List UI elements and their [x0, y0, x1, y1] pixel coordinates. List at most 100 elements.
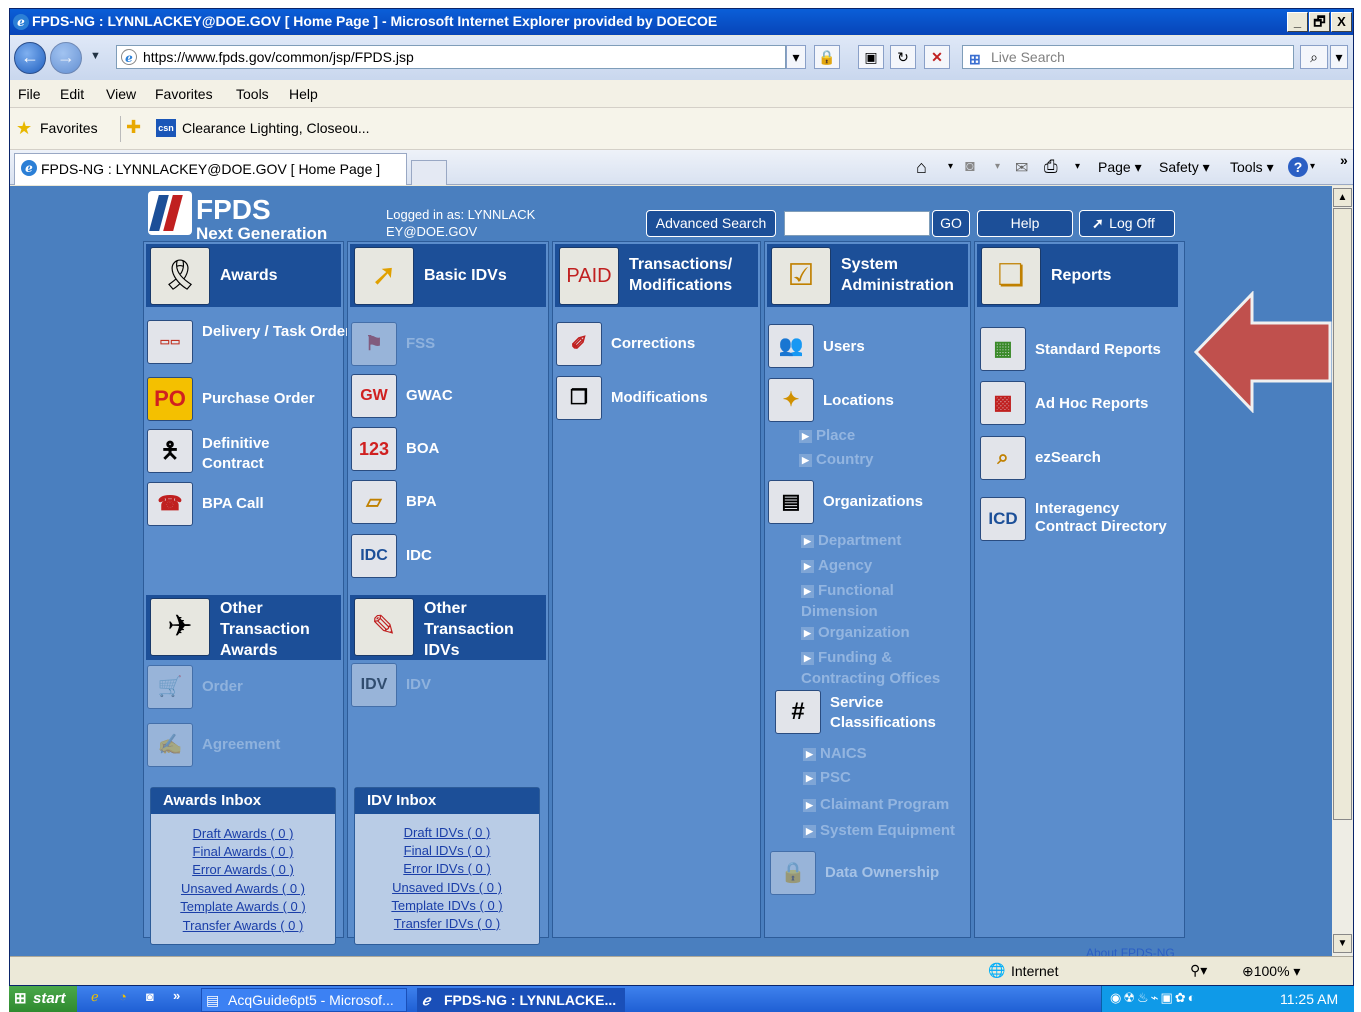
chevron-more-icon[interactable]: » [1340, 152, 1348, 168]
tray-icons[interactable]: ◉☢♨⌁▣✿◐ [1110, 990, 1198, 1006]
home-dropdown-icon[interactable]: ▾ [948, 161, 953, 172]
zoom-level[interactable]: ⊕100% ▾ [1242, 963, 1300, 980]
taskbar-fpds-window[interactable]: ℯ FPDS-NG : LYNNLACKE... [417, 988, 625, 1012]
advanced-search-button[interactable]: Advanced Search [646, 210, 776, 237]
final-idvs-link[interactable]: Final IDVs ( 0 ) [355, 843, 539, 858]
quicklaunch-explorer-icon[interactable]: ◔ [119, 989, 127, 1004]
place-link[interactable]: ▶ Place [799, 427, 855, 444]
print-dropdown-icon[interactable]: ▾ [1075, 161, 1080, 172]
country-link[interactable]: ▶ Country [799, 451, 874, 468]
mail-icon[interactable]: ✉ [1015, 158, 1028, 178]
address-dropdown-icon[interactable]: ▾ [786, 45, 806, 69]
sysadmin-header[interactable]: ☑ System Administration [767, 244, 968, 307]
agency-link[interactable]: ▶ Agency [801, 557, 872, 574]
tab-home-page[interactable]: e FPDS-NG : LYNNLACKEY@DOE.GOV [ Home Pa… [14, 153, 407, 185]
quicklaunch-outlook-icon[interactable]: ◙ [146, 989, 154, 1004]
close-button[interactable]: X [1331, 12, 1352, 32]
unsaved-awards-link[interactable]: Unsaved Awards ( 0 ) [151, 881, 335, 896]
compat-view-icon[interactable]: ▣ [858, 45, 884, 69]
safety-menu[interactable]: Safety ▾ [1159, 159, 1210, 176]
template-idvs-link[interactable]: Template IDVs ( 0 ) [355, 898, 539, 913]
lock-icon[interactable]: 🔒 [814, 45, 840, 69]
funding-arrow-icon: ▶ [801, 652, 814, 665]
reports-header[interactable]: ❏ Reports [977, 244, 1178, 307]
live-search-icon: ⊞ [969, 51, 981, 67]
taskbar-word-document[interactable]: ▤ AcqGuide6pt5 - Microsof... [201, 988, 407, 1012]
home-icon[interactable]: ⌂ [916, 157, 927, 178]
final-awards-link[interactable]: Final Awards ( 0 ) [151, 844, 335, 859]
error-idvs-link[interactable]: Error IDVs ( 0 ) [355, 861, 539, 876]
department-link[interactable]: ▶ Department [801, 532, 901, 549]
recent-pages-icon[interactable]: ▼ [90, 50, 101, 62]
menu-favorites[interactable]: Favorites [155, 86, 213, 102]
pencil-gear-icon: ✎ [354, 598, 414, 656]
feeds-dropdown-icon[interactable]: ▾ [995, 161, 1000, 172]
unsaved-idvs-link[interactable]: Unsaved IDVs ( 0 ) [355, 880, 539, 895]
log-off-button[interactable]: ➚ Log Off [1079, 210, 1175, 237]
idv-inbox: IDV Inbox Draft IDVs ( 0 ) Final IDVs ( … [354, 787, 540, 945]
system-equipment-link[interactable]: ▶ System Equipment [803, 822, 955, 839]
scroll-up-icon[interactable]: ▲ [1333, 188, 1352, 207]
quick-search-input[interactable] [784, 211, 930, 236]
telephone-icon: ☎ [147, 482, 193, 526]
help-dropdown-icon[interactable]: ▾ [1310, 161, 1315, 172]
go-button[interactable]: GO [932, 210, 970, 237]
minimize-button[interactable]: _ [1287, 12, 1308, 32]
tab-ie-icon: e [21, 160, 37, 176]
search-icon[interactable]: ⌕ [1300, 45, 1328, 69]
funding-contracting-offices-link[interactable]: ▶ Funding & Contracting Offices [801, 647, 961, 689]
menu-view[interactable]: View [106, 86, 136, 102]
help-icon[interactable]: ? [1288, 157, 1308, 177]
help-button[interactable]: Help [977, 210, 1073, 237]
menu-help[interactable]: Help [289, 86, 318, 102]
page-icon: e [121, 49, 137, 65]
transfer-awards-link[interactable]: Transfer Awards ( 0 ) [151, 918, 335, 933]
new-tab-button[interactable] [411, 160, 447, 185]
functional-dimension-link[interactable]: ▶ Functional Dimension [801, 580, 941, 622]
basic-idvs-header[interactable]: ➚ Basic IDVs [350, 244, 546, 307]
naics-link[interactable]: ▶ NAICS [803, 745, 867, 762]
menu-file[interactable]: File [18, 86, 41, 102]
awards-inbox: Awards Inbox Draft Awards ( 0 ) Final Aw… [150, 787, 336, 945]
about-fpds-link[interactable]: About FPDS-NG [1086, 946, 1175, 956]
protected-mode-icon[interactable]: ⚲▾ [1190, 962, 1207, 979]
system-tray: ◉☢♨⌁▣✿◐ 11:25 AM [1101, 986, 1354, 1012]
error-awards-link[interactable]: Error Awards ( 0 ) [151, 862, 335, 877]
start-button[interactable]: ⊞ start [9, 986, 77, 1012]
maximize-button[interactable]: 🗗 [1309, 12, 1330, 32]
draft-awards-link[interactable]: Draft Awards ( 0 ) [151, 826, 335, 841]
organization-link[interactable]: ▶ Organization [801, 624, 910, 641]
feeds-icon[interactable]: ◙ [965, 158, 975, 176]
scroll-thumb[interactable] [1333, 208, 1352, 820]
address-field[interactable]: e https://www.fpds.gov/common/jsp/FPDS.j… [116, 45, 786, 69]
reports-icon: ❏ [981, 247, 1041, 305]
add-favorite-icon[interactable]: ✚ [126, 117, 141, 138]
transactions-header[interactable]: PAID Transactions/ Modifications [555, 244, 758, 307]
menu-edit[interactable]: Edit [60, 86, 84, 102]
awards-header[interactable]: 🎗 Awards [146, 244, 341, 307]
search-options-icon[interactable]: ▾ [1330, 45, 1348, 69]
template-awards-link[interactable]: Template Awards ( 0 ) [151, 899, 335, 914]
live-search-input[interactable]: ⊞ Live Search [962, 45, 1294, 69]
favorite-link[interactable]: Clearance Lighting, Closeou... [182, 120, 370, 136]
print-icon[interactable]: ⎙ [1044, 157, 1058, 177]
favorites-button[interactable]: Favorites [40, 120, 98, 136]
forward-button[interactable]: → [50, 42, 82, 74]
quicklaunch-ie-icon[interactable]: ℯ [91, 989, 99, 1005]
tools-menu[interactable]: Tools ▾ [1230, 159, 1274, 176]
back-button[interactable]: ← [14, 42, 46, 74]
refresh-icon[interactable]: ↻ [890, 45, 916, 69]
vertical-scrollbar[interactable]: ▲ ▼ [1332, 186, 1353, 956]
psc-link[interactable]: ▶ PSC [803, 769, 851, 786]
agency-arrow-icon: ▶ [801, 560, 814, 573]
other-transaction-idvs-header[interactable]: ✎ Other Transaction IDVs [350, 595, 546, 660]
page-menu[interactable]: Page ▾ [1098, 159, 1142, 176]
other-transaction-awards-header[interactable]: ✈ Other Transaction Awards [146, 595, 341, 660]
stop-icon[interactable]: ✕ [924, 45, 950, 69]
claimant-program-link[interactable]: ▶ Claimant Program [803, 796, 949, 813]
quicklaunch-more-icon[interactable]: » [173, 988, 180, 1003]
scroll-down-icon[interactable]: ▼ [1333, 934, 1352, 953]
draft-idvs-link[interactable]: Draft IDVs ( 0 ) [355, 825, 539, 840]
menu-tools[interactable]: Tools [236, 86, 269, 102]
transfer-idvs-link[interactable]: Transfer IDVs ( 0 ) [355, 916, 539, 931]
